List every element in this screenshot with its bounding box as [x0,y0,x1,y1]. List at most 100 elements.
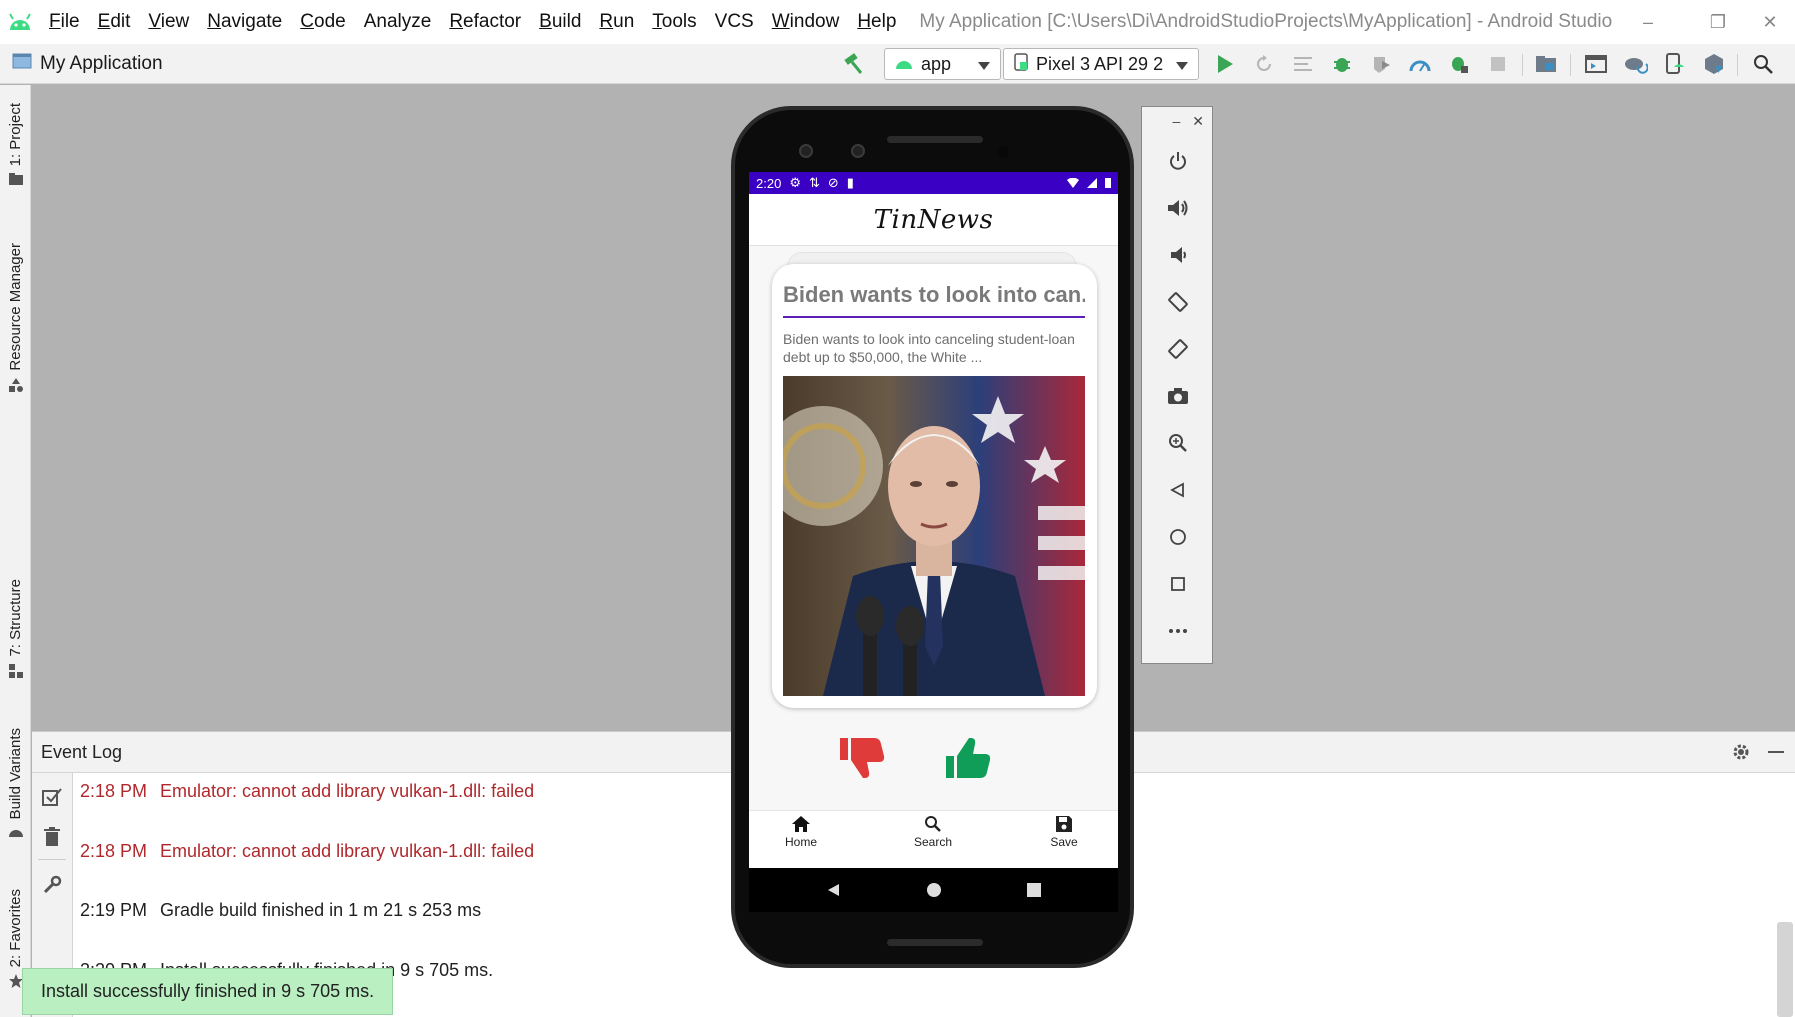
system-recents-icon[interactable] [1024,880,1044,900]
avd-manager-icon[interactable] [1660,50,1690,78]
stop-icon[interactable] [1483,50,1513,78]
news-card-title: Biden wants to look into can... [783,282,1085,307]
dislike-button[interactable] [835,734,889,782]
project-name: My Application [40,52,163,74]
menu-code[interactable]: Code [291,11,354,33]
left-tool-window-strip: 1: Project Resource Manager 7: Structure… [0,85,31,1017]
data-transfer-icon: ⇅ [808,175,820,190]
tab-structure[interactable]: 7: Structure [0,579,31,684]
settings-gear-icon[interactable] [1731,742,1751,767]
front-camera-icon [851,144,865,158]
folder-icon [8,172,24,191]
event-log-title: Event Log [41,741,123,762]
window-title: My Application [C:\Users\Di\AndroidStudi… [919,11,1613,32]
news-card[interactable]: Biden wants to look into can... Biden wa… [772,264,1097,708]
menu-file[interactable]: File [40,11,89,33]
menu-refactor[interactable]: Refactor [440,11,530,33]
hide-panel-icon[interactable] [1767,742,1785,767]
profile-gauge-icon[interactable] [1405,50,1435,78]
android-system-nav-bar [749,868,1118,912]
battery-icon [1105,176,1111,191]
minimize-window-icon[interactable]: – [1618,0,1678,44]
log-message[interactable]: Emulator: cannot add library vulkan-1.dl… [160,841,534,861]
chevron-down-icon [978,54,990,75]
nav-search[interactable]: Search [893,815,973,849]
menu-tools[interactable]: Tools [643,11,705,33]
like-button[interactable] [941,734,995,782]
nav-home-label: Home [784,835,817,849]
close-emulator-icon[interactable]: ✕ [1192,113,1204,130]
android-studio-logo-icon [0,0,40,44]
volume-down-icon[interactable] [1164,241,1192,269]
run-play-icon[interactable] [1210,50,1240,78]
resource-shapes-icon [8,377,24,398]
rotate-right-icon[interactable] [1164,335,1192,363]
menu-build[interactable]: Build [530,11,590,33]
run-config-select[interactable]: app [884,48,1001,80]
attach-debugger-icon[interactable] [1444,50,1474,78]
restore-window-icon[interactable]: ❐ [1688,0,1748,44]
project-folder-icon [12,52,32,76]
apply-changes-restart-icon[interactable] [1249,50,1279,78]
event-log-scrollbar[interactable] [1777,922,1793,1017]
apply-code-changes-icon[interactable] [1288,50,1318,78]
device-label: Pixel 3 API 29 2 [1036,53,1164,74]
project-breadcrumb[interactable]: My Application [12,52,163,76]
back-triangle-icon[interactable] [1164,476,1192,504]
menu-view[interactable]: View [139,11,198,33]
make-project-hammer-icon[interactable] [838,50,868,78]
home-circle-icon[interactable] [1164,523,1192,551]
volume-up-icon[interactable] [1164,194,1192,222]
power-icon[interactable] [1164,147,1192,175]
run-with-coverage-icon[interactable] [1366,50,1396,78]
tab-build-variants[interactable]: Build Variants [0,728,31,843]
debug-bug-icon[interactable] [1327,50,1357,78]
search-everywhere-icon[interactable] [1748,50,1778,78]
menu-analyze[interactable]: Analyze [355,11,441,33]
minimize-emulator-icon[interactable]: – [1172,113,1180,129]
menu-help[interactable]: Help [848,11,905,33]
run-anything-icon[interactable] [1581,50,1611,78]
tab-resource-manager[interactable]: Resource Manager [0,243,31,398]
menu-vcs[interactable]: VCS [706,11,763,33]
settings-status-icon: ⚙ [789,175,801,190]
clear-all-trash-icon[interactable] [40,825,64,849]
tab-build-variants-label: Build Variants [7,728,24,820]
thumbs-up-icon [946,738,991,778]
overview-square-icon[interactable] [1164,570,1192,598]
camera-screenshot-icon[interactable] [1164,382,1192,410]
wifi-icon [1067,176,1079,191]
log-time: 2:18 PM [80,841,148,861]
rotate-left-icon[interactable] [1164,288,1192,316]
emulator-controls-panel: – ✕ [1141,106,1213,664]
emulator-panel-header: – ✕ [1142,107,1212,135]
toast-message: Install successfully finished in 9 s 705… [41,981,375,1001]
menu-run[interactable]: Run [590,11,643,33]
sync-project-gradle-icon[interactable] [1621,50,1651,78]
mark-all-read-icon[interactable] [40,785,64,809]
bottom-navigation: Home Search Save [749,810,1118,868]
system-back-icon[interactable] [824,880,844,900]
close-window-icon[interactable]: ✕ [1740,0,1795,44]
project-structure-icon[interactable] [1531,50,1561,78]
title-underline [783,316,1085,318]
zoom-icon[interactable] [1164,429,1192,457]
nav-save[interactable]: Save [1024,815,1104,849]
log-message[interactable]: Emulator: cannot add library vulkan-1.dl… [160,781,534,801]
sdk-manager-icon[interactable] [1699,50,1729,78]
log-time: 2:18 PM [80,781,148,801]
bottom-speaker [887,939,983,946]
menu-window[interactable]: Window [763,11,849,33]
device-select[interactable]: Pixel 3 API 29 2 [1003,48,1199,80]
toolbar-separator [1522,54,1523,76]
news-card-image [783,376,1085,696]
install-success-toast[interactable]: Install successfully finished in 9 s 705… [22,968,394,1015]
menu-edit[interactable]: Edit [89,11,140,33]
wrench-settings-icon[interactable] [40,873,64,897]
tab-project[interactable]: 1: Project [0,103,31,191]
app-bar: TinNews [749,194,1118,246]
nav-home[interactable]: Home [761,815,841,849]
system-home-icon[interactable] [924,880,944,900]
menu-navigate[interactable]: Navigate [198,11,291,33]
more-options-icon[interactable] [1164,617,1192,645]
